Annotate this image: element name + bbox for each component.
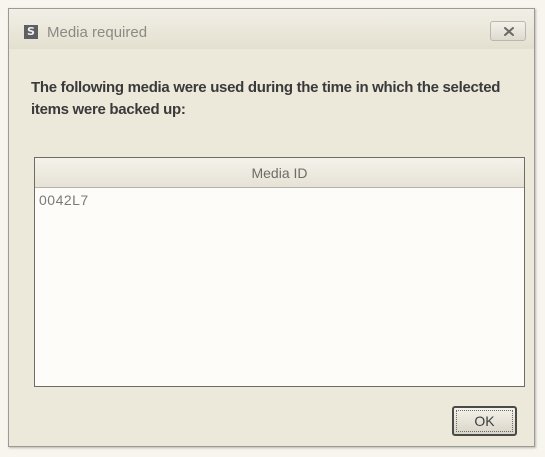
title-bar: S Media required: [9, 9, 534, 49]
message-text: The following media were used during the…: [31, 79, 501, 118]
ok-button[interactable]: OK: [452, 406, 517, 436]
media-list[interactable]: Media ID 0042L7: [34, 157, 525, 387]
column-header-media-id[interactable]: Media ID: [35, 158, 524, 188]
app-icon: S: [24, 25, 38, 39]
media-required-dialog: S Media required The following media wer…: [8, 8, 535, 447]
window-title: Media required: [47, 24, 148, 41]
ok-button-label: OK: [456, 410, 513, 432]
table-row[interactable]: 0042L7: [35, 190, 524, 210]
close-button[interactable]: [490, 21, 526, 41]
close-icon: [504, 27, 514, 36]
